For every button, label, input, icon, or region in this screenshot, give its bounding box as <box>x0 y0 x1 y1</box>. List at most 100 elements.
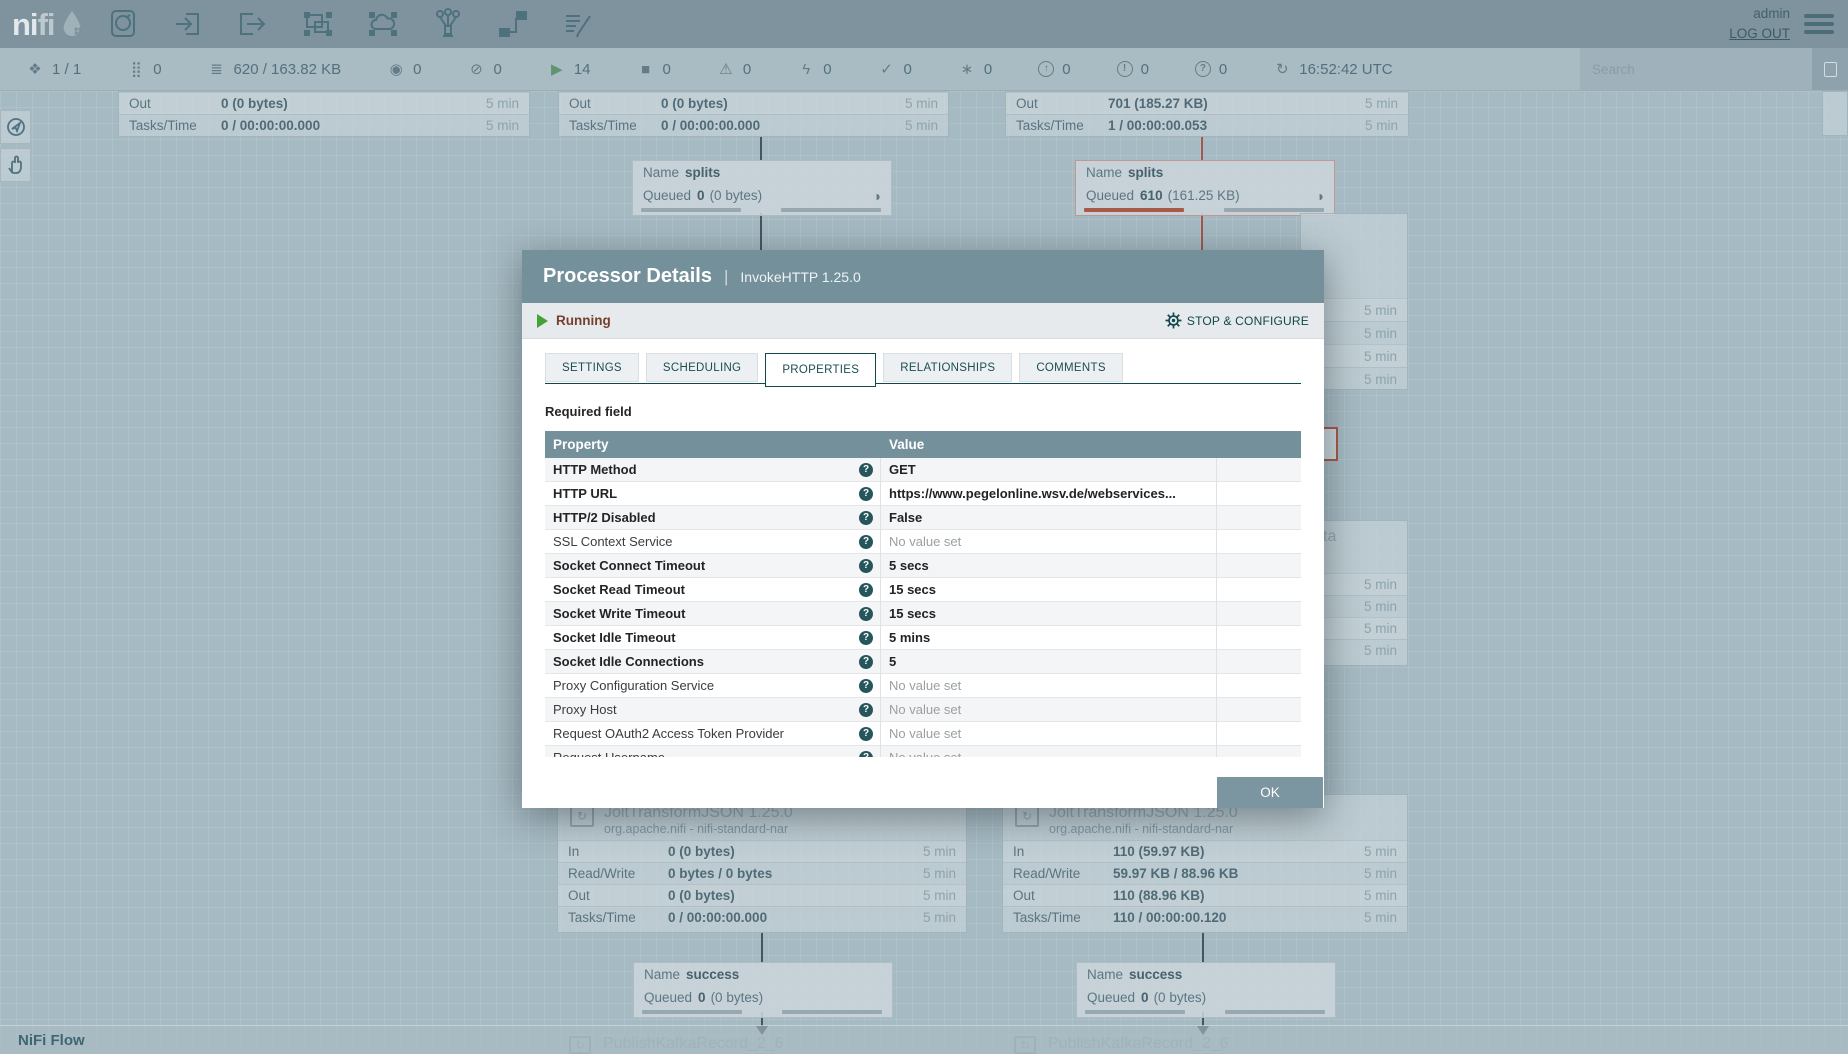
funnel-icon[interactable] <box>430 7 466 41</box>
property-row[interactable]: HTTP/2 Disabled ? False <box>545 506 1301 530</box>
help-icon[interactable]: ? <box>859 727 873 741</box>
dialog-subtitle: InvokeHTTP 1.25.0 <box>740 269 860 285</box>
connection-line <box>761 933 763 962</box>
processor-top-left[interactable]: Out 0 (0 bytes) 5 min Tasks/Time 0 / 00:… <box>118 91 530 137</box>
backpressure-bar <box>641 208 741 212</box>
connection-label-splits-left[interactable]: Namesplits Queued0(0 bytes)◑ <box>632 160 892 216</box>
processor-icon[interactable] <box>105 7 141 41</box>
nifi-logo: nifi <box>12 5 85 43</box>
property-row[interactable]: Request Username ? No value set <box>545 746 1301 757</box>
processor-stat-row: Tasks/Time 0 / 00:00:00.000 5 min <box>119 114 529 136</box>
property-row[interactable]: Proxy Host ? No value set <box>545 698 1301 722</box>
help-icon[interactable]: ? <box>859 655 873 669</box>
required-field-note: Required field <box>545 404 1301 419</box>
property-row[interactable]: Socket Read Timeout ? 15 secs <box>545 578 1301 602</box>
properties-table-header: Property Value <box>545 431 1301 458</box>
property-row-actions <box>1217 554 1301 577</box>
property-column-header: Property <box>545 437 881 452</box>
dialog-header: Processor Details | InvokeHTTP 1.25.0 <box>522 250 1324 303</box>
output-port-icon[interactable] <box>235 7 271 41</box>
property-row-actions <box>1217 698 1301 721</box>
process-group-icon[interactable] <box>300 7 336 41</box>
status-item: ⣿ 0 <box>127 60 161 78</box>
processor-stat-row: Tasks/Time 1 / 00:00:00.053 5 min <box>1006 114 1408 136</box>
queued-icon: ≣ <box>208 60 226 78</box>
gear-icon <box>1165 312 1182 329</box>
stop-and-configure-button[interactable]: STOP & CONFIGURE <box>1165 312 1309 329</box>
property-row[interactable]: Socket Idle Timeout ? 5 mins <box>545 626 1301 650</box>
property-row[interactable]: SSL Context Service ? No value set <box>545 530 1301 554</box>
stats-window: 5 min <box>888 118 938 133</box>
connection-label-success-right[interactable]: Namesuccess Queued0(0 bytes) <box>1076 962 1336 1018</box>
ok-button[interactable]: OK <box>1217 777 1323 808</box>
processor-jolt-right[interactable]: ↻ JoltTransformJSON 1.25.0 org.apache.ni… <box>1002 794 1408 933</box>
status-item: ■ 0 <box>637 61 671 78</box>
connection-label-success-left[interactable]: Namesuccess Queued0(0 bytes) <box>633 962 893 1018</box>
processor-stat-row: Out 0 (0 bytes) 5 min <box>558 884 966 906</box>
dialog-tab[interactable]: RELATIONSHIPS <box>883 353 1012 382</box>
help-icon[interactable]: ? <box>859 511 873 525</box>
stats-window: 5 min <box>888 96 938 111</box>
value-column-header: Value <box>881 437 1217 452</box>
processor-top-right[interactable]: Out 701 (185.27 KB) 5 min Tasks/Time 1 /… <box>1005 91 1409 137</box>
help-icon[interactable]: ? <box>859 463 873 477</box>
new-note-button[interactable] <box>1812 48 1848 90</box>
stale-icon: ↑ <box>1038 61 1054 77</box>
search-box <box>1580 48 1812 90</box>
help-icon[interactable]: ? <box>859 559 873 573</box>
invalid-icon: ⚠ <box>717 60 735 78</box>
backpressure-bar <box>1225 1010 1325 1014</box>
processor-stat-row: Tasks/Time 110 / 00:00:00.120 5 min <box>1003 906 1407 928</box>
property-name: HTTP/2 Disabled <box>553 510 656 525</box>
property-row[interactable]: Socket Connect Timeout ? 5 secs <box>545 554 1301 578</box>
status-count: 0 <box>1219 61 1227 78</box>
dialog-footer: OK <box>522 770 1324 808</box>
help-icon[interactable]: ? <box>859 535 873 549</box>
locally-modified-stale-icon: ! <box>1117 61 1133 77</box>
property-name: Socket Write Timeout <box>553 606 685 621</box>
remote-process-group-icon[interactable] <box>365 7 401 41</box>
logout-link[interactable]: LOG OUT <box>1729 24 1790 44</box>
connection-label-splits-right[interactable]: Namesplits Queued610(161.25 KB)◑ <box>1075 160 1335 216</box>
property-row[interactable]: Proxy Configuration Service ? No value s… <box>545 674 1301 698</box>
property-name: Socket Connect Timeout <box>553 558 705 573</box>
dialog-tab[interactable]: PROPERTIES <box>765 353 876 387</box>
breadcrumb[interactable]: NiFi Flow <box>18 1032 85 1049</box>
help-icon[interactable]: ? <box>859 607 873 621</box>
refresh-icon[interactable]: ↻ <box>1273 60 1291 78</box>
dialog-state-row: Running STOP & CONFIGURE <box>522 303 1324 339</box>
status-count: 0 <box>984 61 992 78</box>
help-icon[interactable]: ? <box>859 703 873 717</box>
dialog-tab[interactable]: SCHEDULING <box>646 353 758 382</box>
processor-jolt-left[interactable]: ↻ JoltTransformJSON 1.25.0 org.apache.ni… <box>557 794 967 933</box>
processor-stat-row: In 0 (0 bytes) 5 min <box>558 840 966 862</box>
property-row[interactable]: Socket Idle Connections ? 5 <box>545 650 1301 674</box>
property-row[interactable]: Socket Write Timeout ? 15 secs <box>545 602 1301 626</box>
navigate-icon <box>5 116 27 138</box>
stats-window: 5 min <box>1348 96 1398 111</box>
property-row[interactable]: Request OAuth2 Access Token Provider ? N… <box>545 722 1301 746</box>
search-input[interactable] <box>1592 62 1812 77</box>
stats-window: 5 min <box>906 844 956 859</box>
status-clock: ↻ 16:52:42 UTC <box>1273 60 1392 78</box>
status-count: 1 / 1 <box>52 61 81 78</box>
navigate-palette-button[interactable] <box>0 110 31 144</box>
help-icon[interactable]: ? <box>859 679 873 693</box>
help-icon[interactable]: ? <box>859 583 873 597</box>
help-icon[interactable]: ? <box>859 751 873 758</box>
property-row[interactable]: HTTP Method ? GET <box>545 458 1301 482</box>
label-icon[interactable] <box>560 7 596 41</box>
status-item: ∗ 0 <box>958 60 992 78</box>
input-port-icon[interactable] <box>170 7 206 41</box>
global-menu-icon[interactable] <box>1804 10 1834 38</box>
property-row[interactable]: HTTP URL ? https://www.pegelonline.wsv.d… <box>545 482 1301 506</box>
dialog-tab[interactable]: SETTINGS <box>545 353 639 382</box>
template-icon[interactable] <box>495 7 531 41</box>
dialog-tab[interactable]: COMMENTS <box>1019 353 1122 382</box>
help-icon[interactable]: ? <box>859 487 873 501</box>
stats-window: 5 min <box>1347 349 1397 364</box>
current-user-label: admin <box>1729 4 1790 24</box>
operate-palette-button[interactable] <box>0 148 31 182</box>
help-icon[interactable]: ? <box>859 631 873 645</box>
processor-top-middle[interactable]: Out 0 (0 bytes) 5 min Tasks/Time 0 / 00:… <box>558 91 949 137</box>
